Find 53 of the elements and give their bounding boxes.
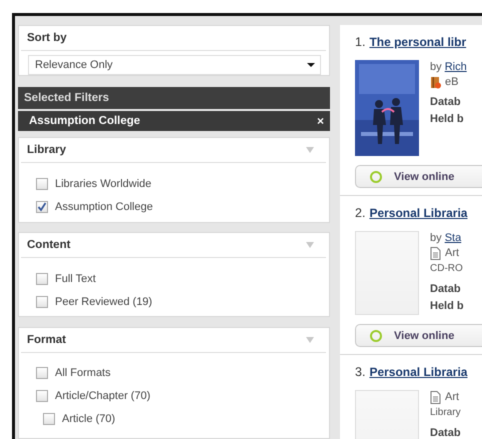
checkbox[interactable] (43, 413, 55, 426)
remove-filter-button[interactable]: × (316, 114, 324, 128)
checkbox-label: All Formats (55, 367, 111, 380)
document-icon (430, 391, 441, 404)
caret-icon (307, 63, 315, 67)
checkbox[interactable] (36, 367, 48, 380)
checkbox[interactable] (36, 390, 48, 402)
result-title-link[interactable]: Personal Libraria (369, 365, 468, 379)
view-online-button[interactable]: View online (355, 165, 482, 188)
view-online-button[interactable]: View online (355, 324, 482, 347)
triangle-icon[interactable] (306, 147, 314, 154)
checkbox[interactable] (36, 178, 48, 190)
field-label: Datab (430, 282, 462, 297)
checkbox[interactable] (36, 296, 48, 308)
facet-title: Library (27, 144, 66, 156)
checkbox-label: Peer Reviewed (19) (55, 296, 152, 308)
checkbox-label: Full Text (55, 272, 96, 285)
field-label: Datab (430, 426, 461, 439)
author-link[interactable]: Rich (444, 61, 467, 73)
checkbox[interactable] (36, 272, 48, 285)
checkbox-label: Article (70) (62, 413, 116, 426)
triangle-icon[interactable] (306, 336, 314, 343)
sort-dropdown[interactable]: Relevance Only (28, 55, 321, 75)
author-line: by Sta (430, 231, 462, 246)
circle-icon (370, 330, 382, 342)
format-label: Art (445, 390, 460, 405)
result-number: 3. (355, 365, 366, 379)
sort-label: Sort by (27, 32, 67, 44)
field-label: Datab (430, 95, 462, 110)
checkbox[interactable] (36, 200, 48, 213)
result-number: 1. (355, 35, 366, 49)
selected-filters-header: Selected Filters (18, 87, 330, 110)
source-text: Library (430, 406, 461, 420)
document-icon (430, 247, 441, 260)
format-label: Art (445, 246, 460, 261)
checkbox-label: Article/Chapter (70) (55, 390, 150, 402)
source-text: CD-RO (430, 262, 464, 276)
result-number: 2. (355, 206, 366, 220)
field-label: Held b (430, 112, 465, 127)
facet-title: Format (27, 334, 66, 346)
triangle-icon[interactable] (306, 242, 314, 248)
author-link[interactable]: Sta (444, 232, 462, 244)
field-label: Held b (430, 299, 464, 314)
author-line: by Rich (430, 60, 467, 75)
checkbox-label: Libraries Worldwide (55, 178, 152, 190)
checkbox-label: Assumption College (55, 200, 153, 213)
facet-title: Content (27, 239, 70, 252)
format-label: eB (445, 75, 458, 90)
result-title-link[interactable]: The personal libr (369, 35, 466, 49)
circle-icon (370, 170, 382, 182)
selected-filter-label: Assumption College (29, 115, 140, 128)
result-title-link[interactable]: Personal Libraria (369, 206, 468, 220)
book-icon (430, 76, 441, 89)
